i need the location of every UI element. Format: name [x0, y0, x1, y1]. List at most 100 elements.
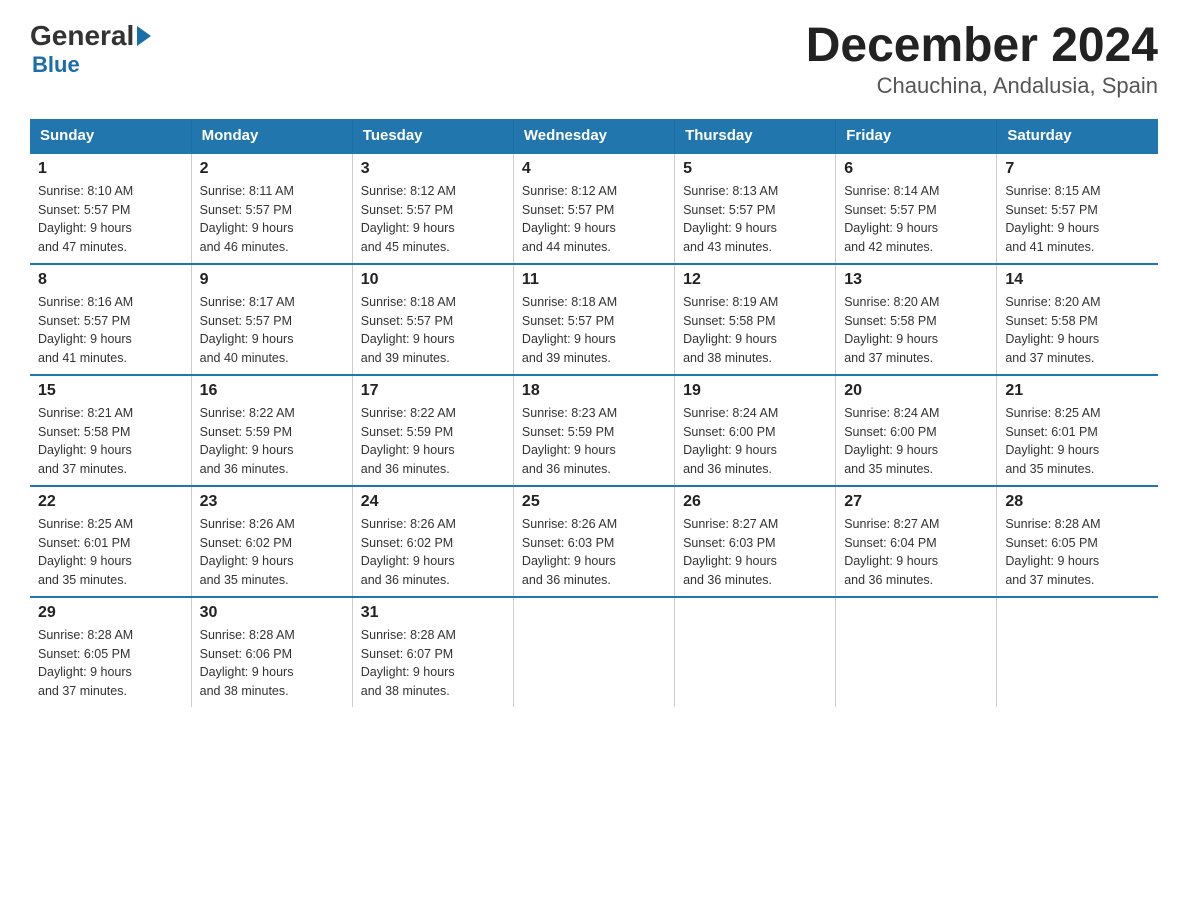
day-number: 2: [200, 160, 344, 178]
day-info: Sunrise: 8:18 AM Sunset: 5:57 PM Dayligh…: [361, 295, 456, 365]
col-header-sunday: Sunday: [30, 119, 191, 153]
calendar-title: December 2024: [806, 20, 1158, 73]
day-number: 14: [1005, 271, 1150, 289]
calendar-cell: 8 Sunrise: 8:16 AM Sunset: 5:57 PM Dayli…: [30, 264, 191, 375]
week-row-2: 8 Sunrise: 8:16 AM Sunset: 5:57 PM Dayli…: [30, 264, 1158, 375]
calendar-cell: 19 Sunrise: 8:24 AM Sunset: 6:00 PM Dayl…: [675, 375, 836, 486]
col-header-wednesday: Wednesday: [513, 119, 674, 153]
day-info: Sunrise: 8:24 AM Sunset: 6:00 PM Dayligh…: [844, 406, 939, 476]
day-info: Sunrise: 8:12 AM Sunset: 5:57 PM Dayligh…: [522, 184, 617, 254]
day-info: Sunrise: 8:14 AM Sunset: 5:57 PM Dayligh…: [844, 184, 939, 254]
day-info: Sunrise: 8:28 AM Sunset: 6:05 PM Dayligh…: [38, 628, 133, 698]
calendar-cell: 13 Sunrise: 8:20 AM Sunset: 5:58 PM Dayl…: [836, 264, 997, 375]
col-header-saturday: Saturday: [997, 119, 1158, 153]
calendar-cell: 20 Sunrise: 8:24 AM Sunset: 6:00 PM Dayl…: [836, 375, 997, 486]
day-info: Sunrise: 8:22 AM Sunset: 5:59 PM Dayligh…: [200, 406, 295, 476]
day-info: Sunrise: 8:21 AM Sunset: 5:58 PM Dayligh…: [38, 406, 133, 476]
day-number: 13: [844, 271, 988, 289]
day-info: Sunrise: 8:20 AM Sunset: 5:58 PM Dayligh…: [1005, 295, 1100, 365]
day-number: 9: [200, 271, 344, 289]
col-header-monday: Monday: [191, 119, 352, 153]
day-info: Sunrise: 8:22 AM Sunset: 5:59 PM Dayligh…: [361, 406, 456, 476]
day-number: 31: [361, 604, 505, 622]
title-block: December 2024 Chauchina, Andalusia, Spai…: [806, 20, 1158, 99]
calendar-cell: [836, 597, 997, 707]
day-info: Sunrise: 8:25 AM Sunset: 6:01 PM Dayligh…: [1005, 406, 1100, 476]
logo-general-text: General: [30, 20, 134, 52]
calendar-cell: 9 Sunrise: 8:17 AM Sunset: 5:57 PM Dayli…: [191, 264, 352, 375]
day-number: 4: [522, 160, 666, 178]
day-number: 6: [844, 160, 988, 178]
calendar-cell: 23 Sunrise: 8:26 AM Sunset: 6:02 PM Dayl…: [191, 486, 352, 597]
calendar-cell: 7 Sunrise: 8:15 AM Sunset: 5:57 PM Dayli…: [997, 153, 1158, 264]
day-info: Sunrise: 8:23 AM Sunset: 5:59 PM Dayligh…: [522, 406, 617, 476]
day-number: 24: [361, 493, 505, 511]
day-info: Sunrise: 8:12 AM Sunset: 5:57 PM Dayligh…: [361, 184, 456, 254]
calendar-cell: 17 Sunrise: 8:22 AM Sunset: 5:59 PM Dayl…: [352, 375, 513, 486]
day-number: 10: [361, 271, 505, 289]
calendar-cell: 21 Sunrise: 8:25 AM Sunset: 6:01 PM Dayl…: [997, 375, 1158, 486]
day-info: Sunrise: 8:10 AM Sunset: 5:57 PM Dayligh…: [38, 184, 133, 254]
day-info: Sunrise: 8:28 AM Sunset: 6:06 PM Dayligh…: [200, 628, 295, 698]
day-info: Sunrise: 8:11 AM Sunset: 5:57 PM Dayligh…: [200, 184, 294, 254]
calendar-cell: 12 Sunrise: 8:19 AM Sunset: 5:58 PM Dayl…: [675, 264, 836, 375]
day-number: 16: [200, 382, 344, 400]
day-number: 26: [683, 493, 827, 511]
calendar-cell: 1 Sunrise: 8:10 AM Sunset: 5:57 PM Dayli…: [30, 153, 191, 264]
col-header-tuesday: Tuesday: [352, 119, 513, 153]
calendar-cell: 31 Sunrise: 8:28 AM Sunset: 6:07 PM Dayl…: [352, 597, 513, 707]
calendar-cell: [675, 597, 836, 707]
day-number: 18: [522, 382, 666, 400]
day-number: 25: [522, 493, 666, 511]
calendar-cell: 30 Sunrise: 8:28 AM Sunset: 6:06 PM Dayl…: [191, 597, 352, 707]
day-info: Sunrise: 8:19 AM Sunset: 5:58 PM Dayligh…: [683, 295, 778, 365]
calendar-cell: 18 Sunrise: 8:23 AM Sunset: 5:59 PM Dayl…: [513, 375, 674, 486]
day-number: 12: [683, 271, 827, 289]
day-number: 17: [361, 382, 505, 400]
day-number: 8: [38, 271, 183, 289]
calendar-cell: 14 Sunrise: 8:20 AM Sunset: 5:58 PM Dayl…: [997, 264, 1158, 375]
calendar-cell: 16 Sunrise: 8:22 AM Sunset: 5:59 PM Dayl…: [191, 375, 352, 486]
week-row-4: 22 Sunrise: 8:25 AM Sunset: 6:01 PM Dayl…: [30, 486, 1158, 597]
logo-blue-text: Blue: [32, 52, 80, 78]
day-number: 21: [1005, 382, 1150, 400]
day-info: Sunrise: 8:15 AM Sunset: 5:57 PM Dayligh…: [1005, 184, 1100, 254]
calendar-cell: 5 Sunrise: 8:13 AM Sunset: 5:57 PM Dayli…: [675, 153, 836, 264]
day-info: Sunrise: 8:17 AM Sunset: 5:57 PM Dayligh…: [200, 295, 295, 365]
calendar-cell: 2 Sunrise: 8:11 AM Sunset: 5:57 PM Dayli…: [191, 153, 352, 264]
col-header-thursday: Thursday: [675, 119, 836, 153]
day-info: Sunrise: 8:26 AM Sunset: 6:02 PM Dayligh…: [361, 517, 456, 587]
col-header-friday: Friday: [836, 119, 997, 153]
day-number: 3: [361, 160, 505, 178]
day-info: Sunrise: 8:18 AM Sunset: 5:57 PM Dayligh…: [522, 295, 617, 365]
day-number: 23: [200, 493, 344, 511]
day-number: 30: [200, 604, 344, 622]
week-row-5: 29 Sunrise: 8:28 AM Sunset: 6:05 PM Dayl…: [30, 597, 1158, 707]
logo-general: General: [30, 20, 151, 52]
logo: General Blue: [30, 20, 151, 78]
day-info: Sunrise: 8:28 AM Sunset: 6:05 PM Dayligh…: [1005, 517, 1100, 587]
day-number: 19: [683, 382, 827, 400]
calendar-table: SundayMondayTuesdayWednesdayThursdayFrid…: [30, 119, 1158, 707]
calendar-cell: 26 Sunrise: 8:27 AM Sunset: 6:03 PM Dayl…: [675, 486, 836, 597]
calendar-header-row: SundayMondayTuesdayWednesdayThursdayFrid…: [30, 119, 1158, 153]
calendar-subtitle: Chauchina, Andalusia, Spain: [806, 73, 1158, 99]
day-number: 5: [683, 160, 827, 178]
calendar-cell: [997, 597, 1158, 707]
day-number: 29: [38, 604, 183, 622]
day-info: Sunrise: 8:27 AM Sunset: 6:04 PM Dayligh…: [844, 517, 939, 587]
day-info: Sunrise: 8:26 AM Sunset: 6:02 PM Dayligh…: [200, 517, 295, 587]
calendar-cell: 27 Sunrise: 8:27 AM Sunset: 6:04 PM Dayl…: [836, 486, 997, 597]
day-info: Sunrise: 8:25 AM Sunset: 6:01 PM Dayligh…: [38, 517, 133, 587]
calendar-cell: 29 Sunrise: 8:28 AM Sunset: 6:05 PM Dayl…: [30, 597, 191, 707]
day-info: Sunrise: 8:28 AM Sunset: 6:07 PM Dayligh…: [361, 628, 456, 698]
week-row-1: 1 Sunrise: 8:10 AM Sunset: 5:57 PM Dayli…: [30, 153, 1158, 264]
calendar-cell: 22 Sunrise: 8:25 AM Sunset: 6:01 PM Dayl…: [30, 486, 191, 597]
day-number: 27: [844, 493, 988, 511]
day-info: Sunrise: 8:20 AM Sunset: 5:58 PM Dayligh…: [844, 295, 939, 365]
day-info: Sunrise: 8:27 AM Sunset: 6:03 PM Dayligh…: [683, 517, 778, 587]
calendar-cell: 4 Sunrise: 8:12 AM Sunset: 5:57 PM Dayli…: [513, 153, 674, 264]
calendar-cell: [513, 597, 674, 707]
logo-arrow-icon: [137, 26, 151, 46]
week-row-3: 15 Sunrise: 8:21 AM Sunset: 5:58 PM Dayl…: [30, 375, 1158, 486]
